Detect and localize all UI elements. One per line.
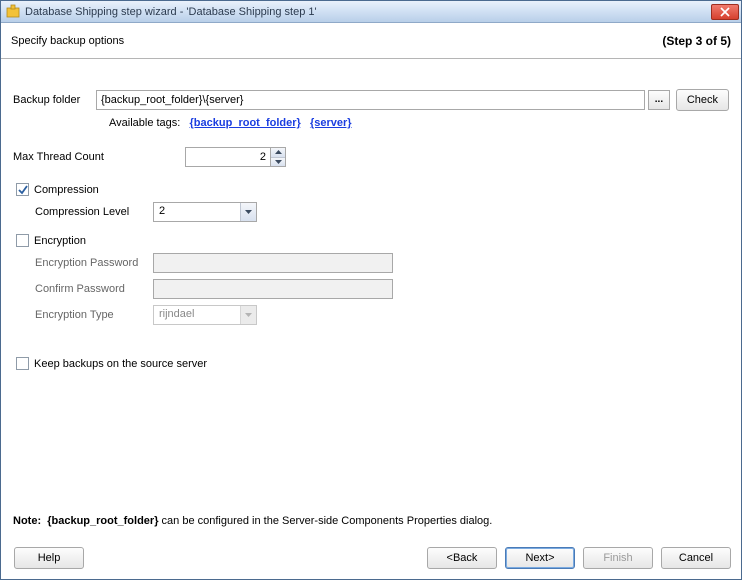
keep-backups-label: Keep backups on the source server (34, 358, 207, 370)
step-counter: (Step 3 of 5) (662, 34, 731, 48)
max-thread-label: Max Thread Count (13, 151, 185, 163)
max-thread-input[interactable] (185, 147, 271, 167)
encryption-password-input (153, 253, 393, 273)
cancel-button[interactable]: Cancel (661, 547, 731, 569)
footer-note: Note: {backup_root_folder} can be config… (1, 515, 741, 541)
encryption-label: Encryption (34, 235, 86, 247)
tag-server[interactable]: {server} (310, 117, 352, 129)
spinner-down-button[interactable] (271, 158, 285, 167)
button-bar: Help <Back Next> Finish Cancel (1, 541, 741, 579)
compression-level-combo[interactable]: 2 (153, 202, 257, 222)
spinner-up-button[interactable] (271, 148, 285, 158)
help-button[interactable]: Help (14, 547, 84, 569)
wizard-window: Database Shipping step wizard - 'Databas… (0, 0, 742, 580)
tags-label: Available tags: (109, 117, 180, 129)
encryption-type-combo: rijndael (153, 305, 257, 325)
next-button[interactable]: Next> (505, 547, 575, 569)
compression-checkbox[interactable] (16, 183, 29, 196)
window-title: Database Shipping step wizard - 'Databas… (25, 6, 711, 18)
titlebar: Database Shipping step wizard - 'Databas… (1, 1, 741, 23)
subheader: Specify backup options (Step 3 of 5) (1, 23, 741, 59)
finish-button: Finish (583, 547, 653, 569)
tags-row: Available tags: {backup_root_folder} {se… (109, 117, 729, 129)
encryption-password-label: Encryption Password (13, 257, 153, 269)
step-description: Specify backup options (11, 35, 124, 47)
close-button[interactable] (711, 4, 739, 20)
keep-backups-checkbox[interactable] (16, 357, 29, 370)
browse-button[interactable]: ... (648, 90, 670, 110)
encryption-checkbox[interactable] (16, 234, 29, 247)
compression-level-label: Compression Level (13, 206, 153, 218)
max-thread-spinner (185, 147, 286, 167)
app-icon (5, 4, 21, 20)
confirm-password-label: Confirm Password (13, 283, 153, 295)
encryption-type-label: Encryption Type (13, 309, 153, 321)
encryption-type-value: rijndael (154, 306, 240, 324)
backup-folder-label: Backup folder (13, 94, 96, 106)
compression-label: Compression (34, 184, 99, 196)
content-area: Backup folder ... Check Available tags: … (1, 59, 741, 515)
compression-level-value: 2 (154, 203, 240, 221)
chevron-down-icon (240, 306, 256, 324)
backup-folder-input[interactable] (96, 90, 645, 110)
back-button[interactable]: <Back (427, 547, 497, 569)
confirm-password-input (153, 279, 393, 299)
chevron-down-icon[interactable] (240, 203, 256, 221)
check-button[interactable]: Check (676, 89, 729, 111)
tag-backup-root-folder[interactable]: {backup_root_folder} (190, 117, 301, 129)
